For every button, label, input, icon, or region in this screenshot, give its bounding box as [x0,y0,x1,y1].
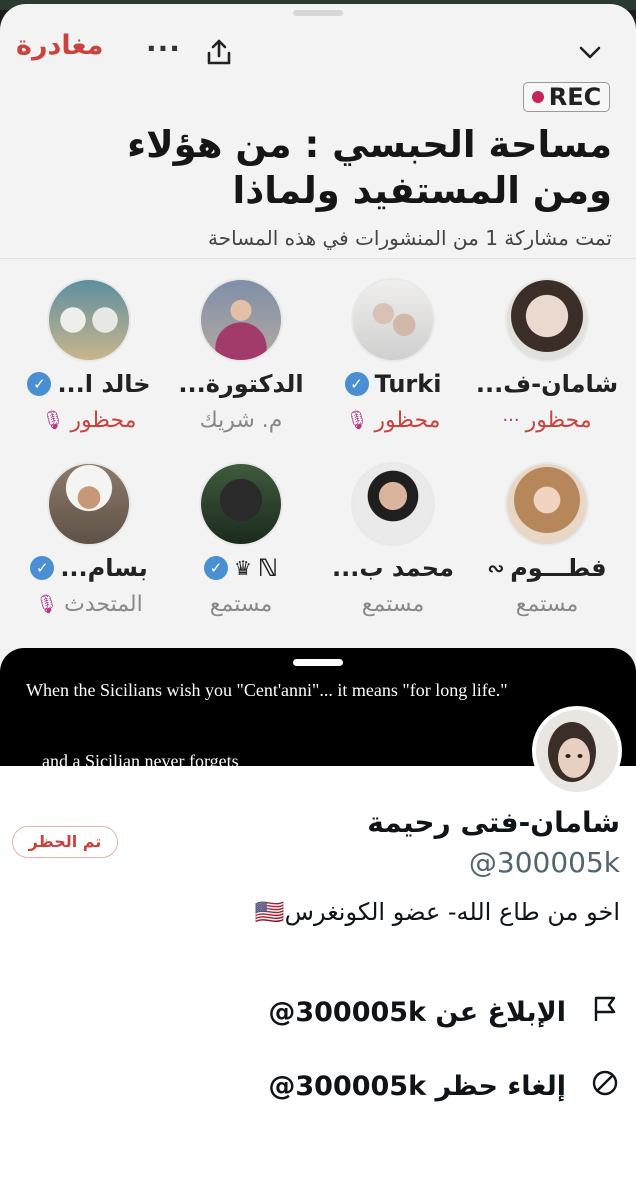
avatar [199,278,283,362]
verified-badge-icon: ✓ [203,556,228,580]
participant-card[interactable]: شامان-ف... محظور ··· [472,278,622,448]
avatar [505,462,589,546]
participant-name: ℕ ♛ ✓ [162,554,320,582]
mic-off-icon: 🎙 [41,410,65,431]
space-title: مساحة الحبسي : من هؤلاء ومن المستفيد ولم… [127,123,612,212]
participant-card[interactable]: خالد ا... ✓ محظور 🎙 [14,278,164,448]
unblock-icon [590,1069,620,1104]
divider [0,258,636,259]
verified-badge-icon: ✓ [27,372,52,396]
participant-name: الدكتورة... [178,370,304,398]
verified-badge-icon: ✓ [30,556,55,580]
participant-card[interactable]: محمد ب... مستمع [318,462,468,632]
participant-name: شامان-ف... [475,370,619,398]
profile-bio: اخو من طاع الله- عضو الكونغرس🇺🇸 [254,898,620,926]
participant-card[interactable]: فطـــوم ∾ مستمع [472,462,622,632]
blocked-badge[interactable]: تم الحظر [12,826,118,858]
leave-button[interactable]: مغادرة [16,30,103,61]
mic-off-icon: 🎙 [35,594,59,615]
avatar [351,462,435,546]
participant-role: مستمع [361,592,425,617]
participant-name: خالد ا... ✓ [10,370,168,398]
sheet-grabber[interactable] [293,10,343,16]
participant-name: فطـــوم ∾ [487,554,607,582]
avatar [47,278,131,362]
verified-badge-icon: ✓ [344,372,369,396]
participant-role: م. شريك [199,408,283,433]
flag-icon [590,995,620,1030]
dots-icon: ··· [502,410,520,431]
avatar [199,462,283,546]
participant-role: مستمع [209,592,273,617]
participant-card[interactable]: بسام... ✓ المتحدث 🎙 [14,462,164,632]
mic-off-icon: 🎙 [345,410,369,431]
crown-icon: ♛ [233,556,252,580]
share-icon[interactable] [205,38,233,70]
participant-card[interactable]: ℕ ♛ ✓ مستمع [166,462,316,632]
avatar [47,462,131,546]
sheet-grabber[interactable] [293,659,343,666]
participant-name: بسام... ✓ [10,554,168,582]
participant-name: Turki ✓ [314,370,472,398]
report-user-label: الإبلاغ عن 300005k@ [268,996,566,1028]
participant-role: محظور 🎙 [345,408,441,433]
participant-role: المتحدث 🎙 [35,592,143,617]
participant-role: محظور 🎙 [41,408,137,433]
rec-badge: REC [523,82,610,112]
profile-name: شامان-فتى رحيمة [367,806,620,839]
avatar [351,278,435,362]
report-user-action[interactable]: الإبلاغ عن 300005k@ [220,987,620,1037]
participant-name: محمد ب... [332,554,454,582]
participant-role: مستمع [515,592,579,617]
caption-line: When the Sicilians wish you "Cent'anni".… [26,680,508,700]
participant-card[interactable]: الدكتورة... م. شريك [166,278,316,448]
wing-icon: ∾ [487,556,505,580]
profile-avatar[interactable] [532,706,622,796]
profile-handle: @300005k [468,846,620,879]
participant-card[interactable]: Turki ✓ محظور 🎙 [318,278,468,448]
chevron-down-icon[interactable] [578,44,602,64]
rec-dot-icon [531,91,544,103]
unblock-user-action[interactable]: إلغاء حظر 300005k@ [220,1061,620,1111]
unblock-user-label: إلغاء حظر 300005k@ [268,1070,566,1102]
rec-label: REC [548,83,602,111]
shared-posts-note[interactable]: تمت مشاركة 1 من المنشورات في هذه المساحة [208,226,612,250]
more-options-icon[interactable]: ··· [146,32,181,65]
avatar [505,278,589,362]
participant-role: محظور ··· [502,408,592,433]
